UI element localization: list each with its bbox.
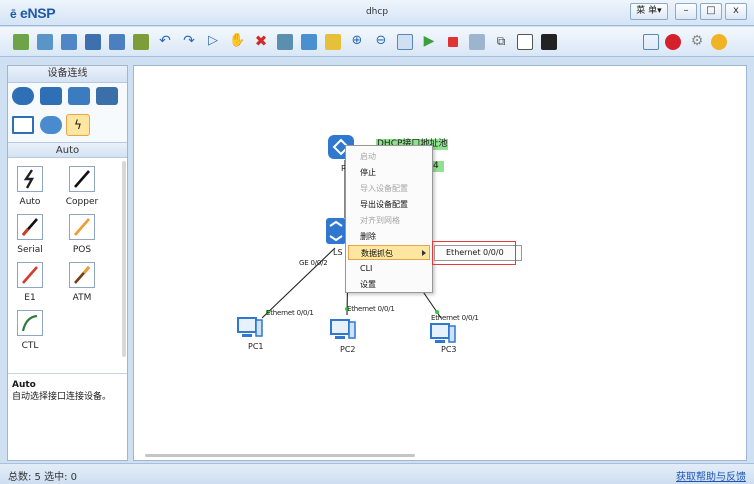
pc2-label: PC2 xyxy=(340,345,356,354)
switch-node-icon[interactable] xyxy=(326,218,346,244)
pc3-icon[interactable] xyxy=(430,322,456,346)
switch-label: LS xyxy=(333,248,343,257)
pc2-port-label: Ethernet 0/0/1 xyxy=(347,305,395,313)
pc2-icon[interactable] xyxy=(330,318,356,342)
dhcp-pool-tag-small: 4 xyxy=(432,161,444,172)
menu-import-config: 导入设备配置 xyxy=(360,184,408,193)
menu-delete[interactable]: 删除 xyxy=(348,229,430,244)
menu-export-config[interactable]: 导出设备配置 xyxy=(348,197,430,212)
highlight-box xyxy=(432,241,516,265)
canvas-horizontal-scrollbar[interactable] xyxy=(145,454,415,457)
menu-stop[interactable]: 停止 xyxy=(348,165,430,180)
menu-align-grid: 对齐到网格 xyxy=(360,216,400,225)
pc1-port-label: Ethernet 0/0/1 xyxy=(266,309,314,317)
status-count: 总数: 5 选中: 0 xyxy=(8,472,77,483)
menu-start: 启动 xyxy=(360,152,376,161)
menu-settings[interactable]: 设置 xyxy=(348,277,430,292)
pc1-icon[interactable] xyxy=(237,316,263,340)
context-menu: 启动 停止 导入设备配置 导出设备配置 对齐到网格 删除 数据抓包 CLI 设置 xyxy=(345,145,433,293)
help-feedback-link[interactable]: 获取帮助与反馈 xyxy=(676,468,746,483)
menu-capture-data[interactable]: 数据抓包 xyxy=(348,245,430,260)
pc1-label: PC1 xyxy=(248,342,264,351)
menu-cli[interactable]: CLI xyxy=(348,261,430,276)
status-bar: 总数: 5 选中: 0 获取帮助与反馈 xyxy=(0,463,754,484)
pc3-label: PC3 xyxy=(441,345,457,354)
pc3-port-label: Ethernet 0/0/1 xyxy=(431,314,479,322)
switch-port-label: GE 0/0/2 xyxy=(299,259,328,267)
